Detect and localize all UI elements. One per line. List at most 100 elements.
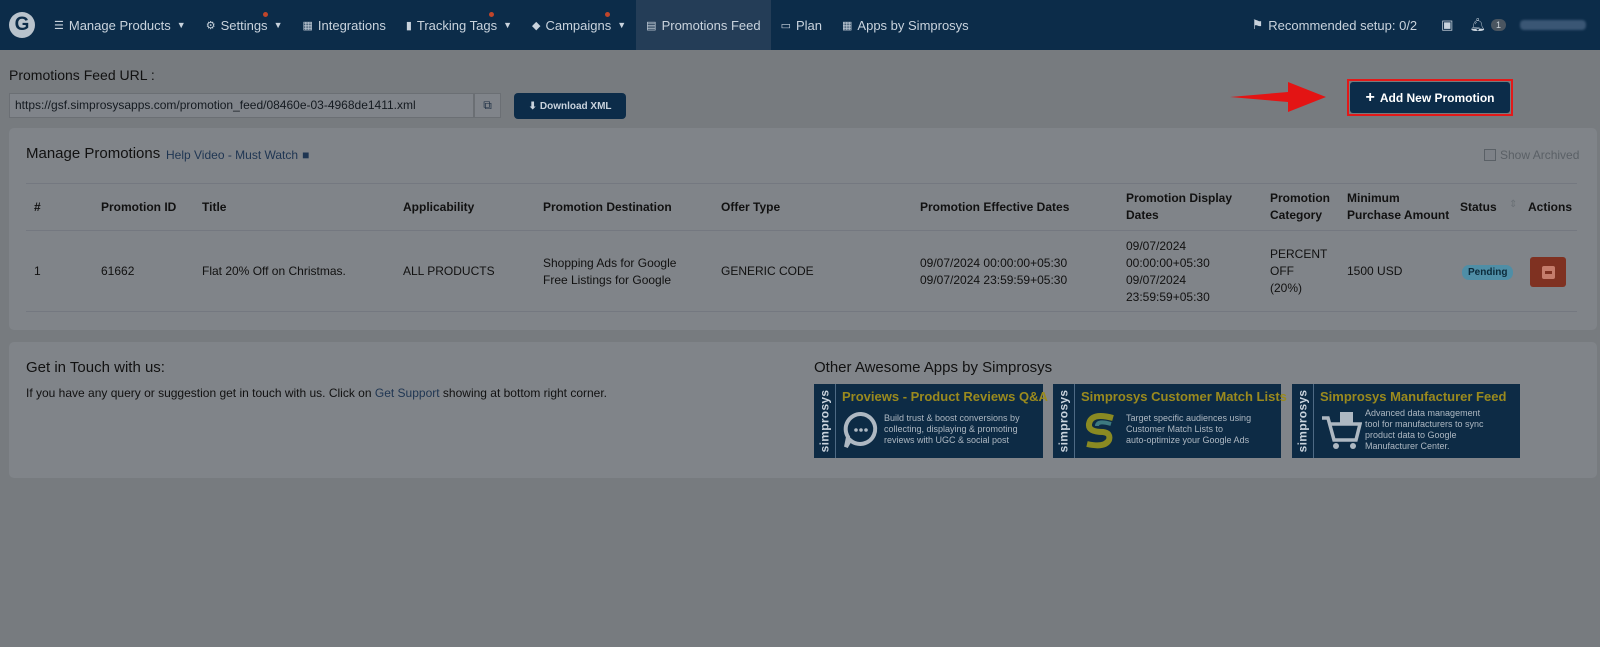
cell-destination-2: Free Listings for Google bbox=[543, 273, 672, 287]
get-in-touch-text: If you have any query or suggestion get … bbox=[26, 386, 607, 400]
status-badge: Pending bbox=[1462, 265, 1514, 280]
clipboard-icon: ⧉ bbox=[483, 98, 492, 112]
cell-category-1: PERCENT bbox=[1270, 247, 1328, 261]
nav-label: Promotions Feed bbox=[661, 17, 761, 33]
cell-offer-type: GENERIC CODE bbox=[721, 264, 814, 278]
recommended-setup-label: Recommended setup: 0/2 bbox=[1268, 17, 1418, 33]
nav-campaigns[interactable]: ◆ Campaigns ▼ bbox=[522, 0, 636, 50]
download-xml-button[interactable]: ⬇ Download XML bbox=[514, 93, 626, 119]
app-card-proviews[interactable]: simprosys Proviews - Product Reviews Q&A… bbox=[814, 384, 1048, 458]
show-archived-checkbox[interactable] bbox=[1484, 149, 1496, 161]
col-header-actions: Actions bbox=[1528, 200, 1573, 214]
speech-bubble-icon bbox=[843, 411, 878, 448]
nav-apps-by-simprosys[interactable]: ▦ Apps by Simprosys bbox=[832, 0, 979, 50]
list-icon: ☰ bbox=[54, 19, 64, 32]
nav-promotions-feed[interactable]: ▤ Promotions Feed bbox=[636, 0, 771, 50]
notification-dot bbox=[262, 12, 268, 17]
col-header-title: Title bbox=[202, 200, 227, 214]
add-new-promotion-label: Add New Promotion bbox=[1379, 90, 1495, 105]
help-video-label: Help Video - Must Watch bbox=[166, 148, 299, 162]
contact-card-button[interactable]: ▣ bbox=[1429, 17, 1465, 33]
nav-label: Apps by Simprosys bbox=[857, 17, 969, 33]
col-header-display-dates-1: Promotion Display bbox=[1126, 191, 1233, 205]
notifications-button[interactable]: 🔔︎ 1 bbox=[1465, 17, 1510, 33]
cell-promotion-id: 61662 bbox=[101, 264, 135, 278]
feed-url-input[interactable]: https://gsf.simprosysapps.com/promotion_… bbox=[9, 93, 474, 118]
add-new-promotion-button[interactable]: + Add New Promotion bbox=[1350, 82, 1510, 113]
app-desc-line: auto-optimize your Google Ads bbox=[1126, 435, 1250, 445]
app-description: Advanced data management tool for manufa… bbox=[1365, 408, 1484, 452]
app-desc-line: Customer Match Lists to bbox=[1126, 424, 1224, 434]
nav-right-group: ⚑ Recommended setup: 0/2 ▣ 🔔︎ 1 bbox=[1240, 0, 1600, 50]
nav-label: Tracking Tags bbox=[416, 17, 498, 33]
bell-icon: 🔔︎ bbox=[1469, 17, 1486, 32]
archive-action-button[interactable] bbox=[1530, 257, 1566, 287]
nav-label: Settings bbox=[220, 17, 268, 33]
brand-label: simprosys bbox=[817, 389, 832, 453]
briefcase-icon: ▦ bbox=[302, 19, 313, 32]
cell-display-4: 23:59:59+05:30 bbox=[1126, 290, 1210, 304]
cell-num: 1 bbox=[34, 264, 41, 278]
app-card-manufacturer-feed[interactable]: simprosys Simprosys Manufacturer Feed Ad… bbox=[1292, 384, 1520, 458]
user-menu[interactable] bbox=[1520, 20, 1586, 30]
notification-dot bbox=[488, 12, 494, 17]
cell-effective-end: 09/07/2024 23:59:59+05:30 bbox=[920, 273, 1068, 287]
col-header-promotion-id: Promotion ID bbox=[101, 200, 177, 214]
grid-icon: ▦ bbox=[842, 19, 853, 32]
video-camera-icon: ■ bbox=[302, 148, 310, 162]
nav-tracking-tags[interactable]: ▮ Tracking Tags ▼ bbox=[396, 0, 522, 50]
tag-icon: ◆ bbox=[532, 19, 541, 32]
app-brand-strip: simprosys bbox=[814, 384, 836, 458]
cell-display-2: 00:00:00+05:30 bbox=[1126, 256, 1210, 270]
app-desc-line: collecting, displaying & promoting bbox=[884, 424, 1018, 434]
archive-icon bbox=[1541, 265, 1555, 279]
brand-label: simprosys bbox=[1295, 389, 1310, 453]
app-description: Build trust & boost conversions by colle… bbox=[884, 413, 1020, 446]
app-desc-line: tool for manufacturers to sync bbox=[1365, 419, 1484, 429]
logo-g-icon: G bbox=[9, 12, 35, 38]
red-arrow-annotation bbox=[1230, 82, 1326, 112]
app-desc-line: Target specific audiences using bbox=[1126, 413, 1252, 423]
show-archived-toggle[interactable]: Show Archived bbox=[1484, 148, 1579, 162]
nav-label: Integrations bbox=[317, 17, 386, 33]
app-title: Proviews - Product Reviews Q&A bbox=[842, 389, 1048, 404]
cell-category-2: OFF bbox=[1270, 264, 1294, 278]
nav-settings[interactable]: ⚙ Settings ▼ bbox=[196, 0, 293, 50]
download-xml-label: Download XML bbox=[539, 100, 612, 112]
cell-title: Flat 20% Off on Christmas. bbox=[202, 264, 346, 278]
app-title: Simprosys Customer Match Lists bbox=[1081, 389, 1287, 404]
col-header-num: # bbox=[34, 200, 41, 214]
app-desc-line: reviews with UGC & social post bbox=[884, 435, 1010, 445]
notification-dot bbox=[605, 12, 611, 17]
recommended-setup-link[interactable]: ⚑ Recommended setup: 0/2 bbox=[1240, 17, 1430, 33]
cell-applicability: ALL PRODUCTS bbox=[403, 264, 495, 278]
col-header-status: Status bbox=[1460, 200, 1497, 214]
flag-icon: ⚑ bbox=[1251, 17, 1264, 32]
app-desc-line: product data to Google bbox=[1365, 430, 1457, 440]
table-bottom-divider bbox=[26, 311, 1577, 312]
s-logo-icon bbox=[1085, 413, 1114, 449]
nav-manage-products[interactable]: ☰ Manage Products ▼ bbox=[44, 0, 196, 50]
app-desc-line: Build trust & boost conversions by bbox=[884, 413, 1020, 423]
app-logo[interactable]: G bbox=[0, 0, 44, 50]
app-card-customer-match[interactable]: simprosys Simprosys Customer Match Lists… bbox=[1053, 384, 1287, 458]
help-video-link[interactable]: Help Video - Must Watch ■ bbox=[166, 148, 309, 162]
app-title: Simprosys Manufacturer Feed bbox=[1320, 389, 1507, 404]
col-header-min-purchase-1: Minimum bbox=[1347, 191, 1400, 205]
feed-url-label: Promotions Feed URL : bbox=[9, 67, 155, 83]
id-card-icon: ▣ bbox=[1441, 17, 1454, 32]
sort-icon[interactable]: ⇕ bbox=[1509, 199, 1517, 210]
top-navbar: G ☰ Manage Products ▼ ⚙ Settings ▼ ▦ Int… bbox=[0, 0, 1600, 50]
cell-display-1: 09/07/2024 bbox=[1126, 239, 1187, 253]
nav-label: Plan bbox=[795, 17, 823, 33]
nav-plan[interactable]: ▭ Plan bbox=[771, 0, 832, 50]
get-support-link[interactable]: Get Support bbox=[375, 386, 440, 400]
caret-down-icon: ▼ bbox=[503, 20, 513, 30]
document-icon: ▤ bbox=[646, 19, 657, 32]
manage-promotions-title: Manage Promotions bbox=[26, 145, 161, 162]
nav-integrations[interactable]: ▦ Integrations bbox=[292, 0, 395, 50]
plus-icon: + bbox=[1365, 88, 1375, 106]
copy-url-button[interactable]: ⧉ bbox=[474, 93, 501, 118]
app-brand-strip: simprosys bbox=[1292, 384, 1314, 458]
col-header-applicability: Applicability bbox=[403, 200, 475, 214]
